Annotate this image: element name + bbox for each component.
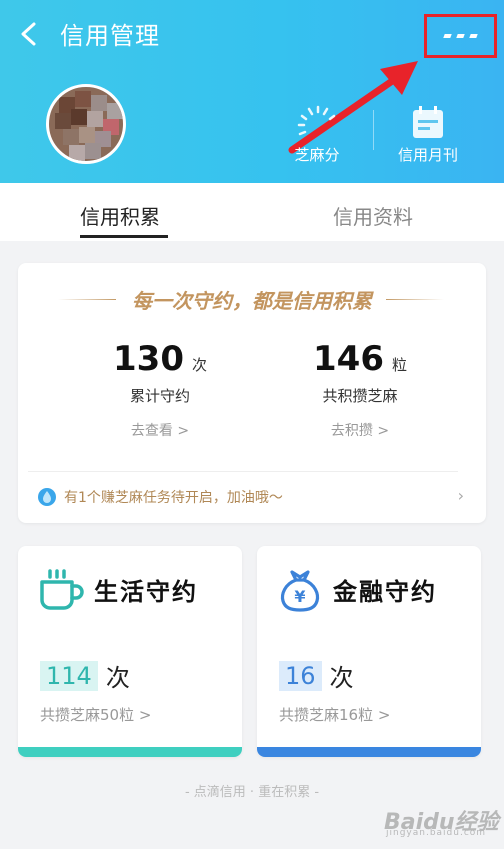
sesame-gauge-icon <box>297 105 336 136</box>
card-divider <box>28 471 458 472</box>
life-contract-card[interactable]: 生活守约 114 次 共攒芝麻50粒 > <box>18 546 242 757</box>
tab-credit-accumulation[interactable]: 信用积累 <box>80 201 160 230</box>
count-row: 114 次 <box>40 658 130 693</box>
stat-label: 共积攒芝麻 <box>322 387 398 405</box>
slogan-row: 每一次守约，都是信用积累 <box>18 285 486 315</box>
stat-sesame-collected: 146 粒 共积攒芝麻 去积攒 > <box>280 339 440 440</box>
sesame-score-button[interactable]: 芝麻分 <box>287 104 347 165</box>
calendar-icon <box>413 106 443 138</box>
slogan-line-right <box>386 299 444 300</box>
header-divider <box>373 110 374 150</box>
credit-summary-card: 每一次守约，都是信用积累 130 次 累计守约 去查看 > 146 粒 共积攒芝麻 … <box>18 263 486 523</box>
view-link[interactable]: 去查看 > <box>80 420 240 440</box>
card-accent-bar <box>257 747 481 757</box>
card-title: 生活守约 <box>94 578 198 606</box>
card-title: 金融守约 <box>333 578 437 606</box>
stat-label: 累计守约 <box>129 387 190 405</box>
stat-unit: 次 <box>191 356 207 374</box>
page-title: 信用管理 <box>60 22 160 50</box>
count-unit: 次 <box>105 664 130 692</box>
back-icon[interactable] <box>14 18 44 50</box>
sesame-drop-icon <box>38 488 56 506</box>
collect-link[interactable]: 去积攒 > <box>280 420 440 440</box>
count-value: 16 <box>279 660 322 691</box>
money-bag-icon: ¥ <box>280 570 320 612</box>
baidu-watermark: Baidu经验 jingyan.baidu.com <box>382 800 502 840</box>
tab-active-indicator <box>80 235 168 238</box>
card-accent-bar <box>18 747 242 757</box>
footer-slogan: - 点滴信用 · 重在积累 - <box>184 785 320 800</box>
header: 信用管理 芝麻分 信用月刊 <box>0 0 504 183</box>
credit-monthly-button[interactable]: 信用月刊 <box>392 104 464 165</box>
monthly-label: 信用月刊 <box>397 146 458 164</box>
count-value: 114 <box>40 660 98 691</box>
task-tip-text: 有1个赚芝麻任务待开启，加油哦～ <box>64 490 283 506</box>
finance-contract-card[interactable]: ¥ 金融守约 16 次 共攒芝麻16粒 > <box>257 546 481 757</box>
tab-bar: 信用积累 信用资料 <box>0 183 504 241</box>
count-row: 16 次 <box>279 658 354 693</box>
stat-value: 146 <box>313 339 384 379</box>
avatar[interactable] <box>46 84 126 164</box>
sesame-label: 芝麻分 <box>294 146 340 164</box>
task-tip-row[interactable]: 有1个赚芝麻任务待开启，加油哦～ › <box>38 485 468 509</box>
tab-credit-profile[interactable]: 信用资料 <box>333 201 413 230</box>
count-unit: 次 <box>329 664 354 692</box>
more-icon <box>443 34 478 38</box>
stat-contracts-kept: 130 次 累计守约 去查看 > <box>80 339 240 440</box>
chevron-right-icon: › <box>457 486 464 505</box>
watermark-sub: jingyan.baidu.com <box>386 828 487 838</box>
more-button[interactable] <box>424 14 497 58</box>
stat-unit: 粒 <box>391 356 407 374</box>
sesame-collected-link[interactable]: 共攒芝麻16粒 > <box>279 704 390 725</box>
svg-text:¥: ¥ <box>294 587 305 606</box>
cup-icon <box>40 569 84 610</box>
stat-value: 130 <box>113 339 184 379</box>
sesame-collected-link[interactable]: 共攒芝麻50粒 > <box>40 704 151 725</box>
